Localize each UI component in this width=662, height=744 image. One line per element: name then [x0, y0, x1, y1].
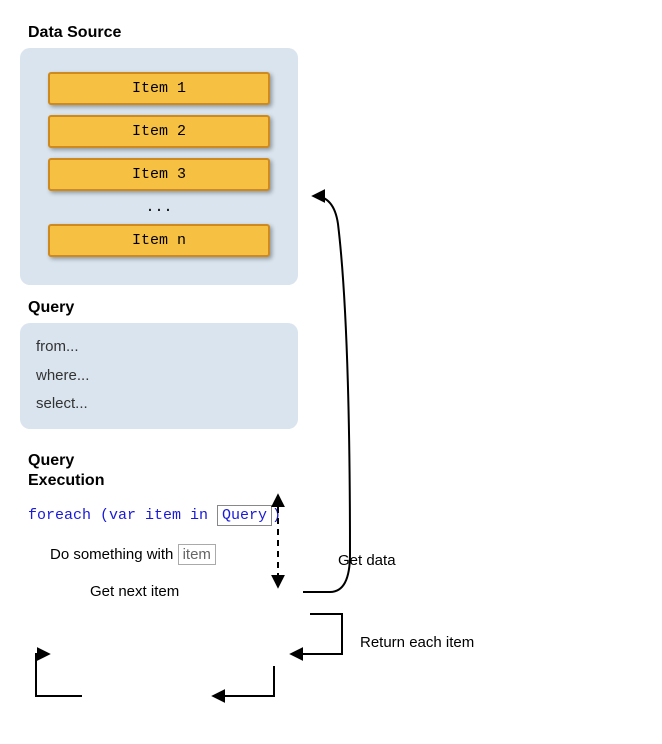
- get-next-line: Get next item: [90, 583, 640, 600]
- return-each-label: Return each item: [360, 634, 474, 651]
- data-ellipsis: ...: [48, 199, 270, 216]
- data-source-panel: Item 1 Item 2 Item 3 ... Item n: [20, 48, 298, 285]
- foreach-line: foreach (var item in Query): [28, 505, 640, 526]
- data-item: Item 2: [48, 115, 270, 148]
- diagram-container: Data Source Item 1 Item 2 Item 3 ... Ite…: [20, 24, 640, 600]
- get-data-label: Get data: [338, 552, 396, 569]
- get-data-arrow: [303, 196, 350, 592]
- query-heading: Query: [28, 299, 640, 317]
- getnext-loop-arrow: [36, 654, 82, 696]
- data-item: Item n: [48, 224, 270, 257]
- query-line: from...: [36, 333, 282, 362]
- item-to-getnext-arrow: [214, 666, 274, 696]
- return-each-arrow: [292, 614, 342, 654]
- item-box: item: [178, 544, 216, 565]
- data-item: Item 1: [48, 72, 270, 105]
- foreach-close: ): [272, 507, 281, 524]
- do-something-text: Do something with: [50, 546, 178, 563]
- query-box: Query: [217, 505, 272, 526]
- data-source-heading: Data Source: [28, 24, 640, 42]
- query-line: select...: [36, 390, 282, 419]
- query-panel: from... where... select...: [20, 323, 298, 429]
- foreach-keyword: foreach (var item in: [28, 507, 217, 524]
- execution-heading: Query Execution: [28, 451, 640, 491]
- data-item: Item 3: [48, 158, 270, 191]
- query-line: where...: [36, 362, 282, 391]
